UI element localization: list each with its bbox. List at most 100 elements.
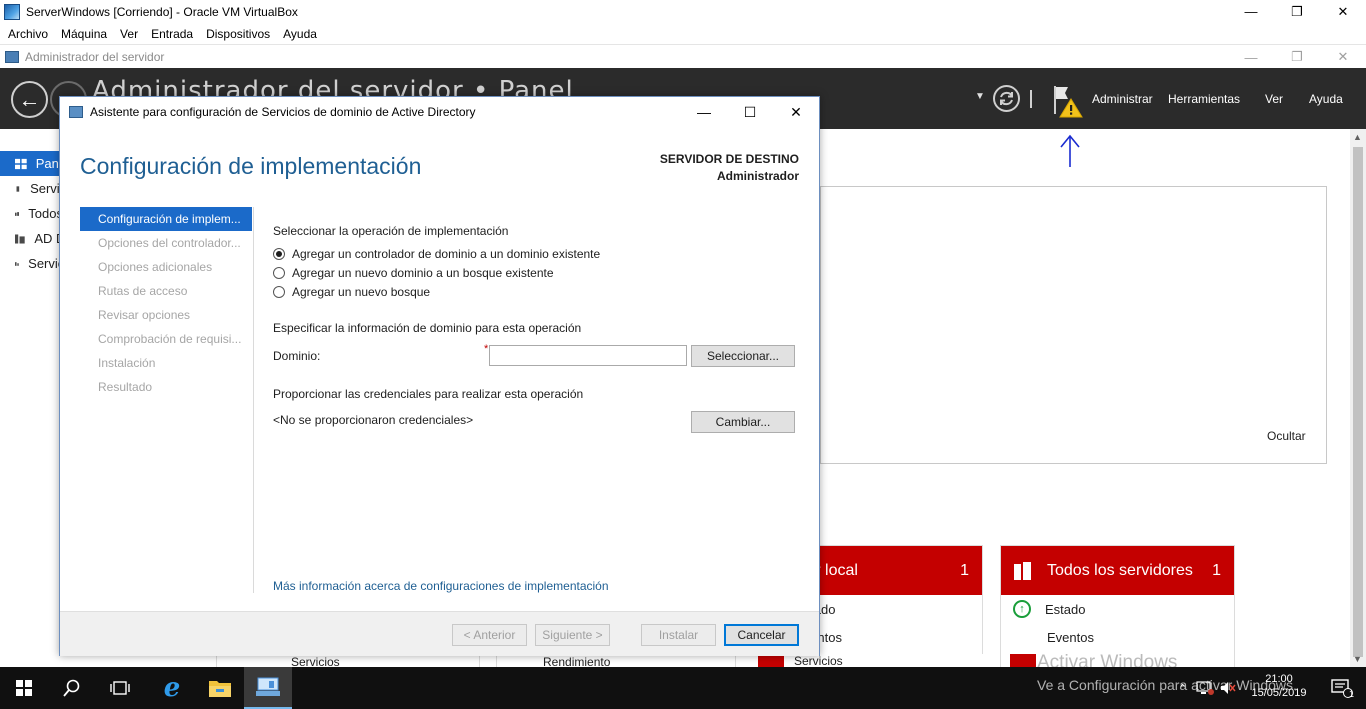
credentials-label: Proporcionar las credenciales para reali… <box>273 387 584 401</box>
header-separator <box>1030 90 1032 108</box>
restore-icon[interactable]: ❐ <box>1274 0 1320 23</box>
back-arrow-icon[interactable]: ← <box>11 81 48 118</box>
wizard-close-icon[interactable]: ✕ <box>773 97 819 127</box>
taskbar: e Ve a Configuración para activar Window… <box>0 667 1366 709</box>
wizard-step-prereq: Comprobación de requisi... <box>98 332 242 346</box>
internet-explorer-icon: e <box>163 673 181 703</box>
menu-maquina[interactable]: Máquina <box>61 27 107 41</box>
welcome-panel <box>820 186 1327 464</box>
system-tray: ⌃ <box>1178 667 1236 709</box>
tray-chevron-up-icon[interactable]: ⌃ <box>1178 682 1187 695</box>
target-server-value: Administrador <box>716 169 799 183</box>
scroll-down-icon[interactable]: ▼ <box>1353 654 1362 664</box>
menu-entrada[interactable]: Entrada <box>151 27 193 41</box>
vertical-scrollbar[interactable]: ▲ ▼ <box>1350 129 1366 669</box>
file-explorer-button[interactable] <box>196 667 244 709</box>
menu-archivo[interactable]: Archivo <box>8 27 48 41</box>
wizard-step-paths: Rutas de acceso <box>98 284 188 298</box>
notification-count: 1 <box>1349 689 1355 699</box>
tile-row[interactable]: ↑ Estado <box>1001 595 1234 623</box>
taskbar-clock[interactable]: 21:00 15/05/2019 <box>1249 672 1309 700</box>
back-button[interactable]: < Anterior <box>452 624 527 646</box>
wizard-step-review: Revisar opciones <box>98 308 191 322</box>
minimize-icon[interactable]: — <box>1228 0 1274 23</box>
option-add-dc[interactable]: Agregar un controlador de dominio a un d… <box>273 247 600 261</box>
wizard-step-deployment[interactable]: Configuración de implem... <box>80 207 252 231</box>
tile-header: Todos los servidores 1 <box>1001 546 1234 595</box>
option-label: Agregar un controlador de dominio a un d… <box>292 247 601 261</box>
change-button[interactable]: Cambiar... <box>691 411 795 433</box>
task-view-icon <box>110 681 130 695</box>
wizard-title: Asistente para configuración de Servicio… <box>90 105 476 119</box>
ad-ds-icon <box>15 233 25 244</box>
sidebar-label: AD DS <box>34 231 60 246</box>
tile-row[interactable]: Eventos <box>1001 623 1234 651</box>
more-info-link[interactable]: Más información acerca de configuracione… <box>273 579 609 593</box>
menu-herramientas[interactable]: Herramientas <box>1168 92 1240 106</box>
close-icon[interactable]: ✕ <box>1320 0 1366 23</box>
menu-ayuda-sm[interactable]: Ayuda <box>1309 92 1343 106</box>
network-icon[interactable] <box>1196 681 1215 695</box>
wizard-maximize-icon[interactable]: ☐ <box>727 97 773 127</box>
hide-link[interactable]: Ocultar <box>1267 429 1306 443</box>
scrollbar-thumb[interactable] <box>1353 147 1363 657</box>
task-view-button[interactable] <box>96 667 144 709</box>
sm-close-icon[interactable]: ✕ <box>1320 45 1366 69</box>
search-icon <box>63 679 80 697</box>
option-new-forest[interactable]: Agregar un nuevo bosque <box>273 285 430 299</box>
operation-label: Seleccionar la operación de implementaci… <box>273 224 509 238</box>
select-button[interactable]: Seleccionar... <box>691 345 795 367</box>
menu-ver[interactable]: Ver <box>120 27 138 41</box>
menu-ver-sm[interactable]: Ver <box>1265 92 1283 106</box>
tile-row-label: Estado <box>1045 601 1086 617</box>
notification-flag-icon[interactable] <box>1052 84 1086 118</box>
wizard-step-install: Instalación <box>98 356 156 370</box>
scroll-up-icon[interactable]: ▲ <box>1353 132 1362 142</box>
target-server: SERVIDOR DE DESTINO Administrador <box>660 151 799 185</box>
tile-count: 1 <box>1212 561 1221 579</box>
wizard-footer: < Anterior Siguiente > Instalar Cancelar <box>60 611 819 656</box>
search-button[interactable] <box>48 667 96 709</box>
menu-dispositivos[interactable]: Dispositivos <box>206 27 270 41</box>
refresh-icon[interactable] <box>992 84 1021 113</box>
start-button[interactable] <box>0 667 48 709</box>
sidebar-item-file-services[interactable]: Servicios de archivos <box>0 251 60 276</box>
virtualbox-icon <box>4 3 20 20</box>
radio-button[interactable] <box>273 286 285 298</box>
windows-logo-icon <box>16 680 32 696</box>
servers-icon <box>15 211 20 216</box>
sm-minimize-icon[interactable]: — <box>1228 45 1274 69</box>
sidebar-label: Servidor local <box>30 181 60 196</box>
servers-icon <box>1014 561 1031 580</box>
radio-button[interactable] <box>273 267 285 279</box>
strip-badge <box>1010 654 1036 667</box>
install-button[interactable]: Instalar <box>641 624 716 646</box>
menu-ayuda[interactable]: Ayuda <box>283 27 317 41</box>
menu-administrar[interactable]: Administrar <box>1092 92 1153 106</box>
volume-icon[interactable] <box>1220 681 1236 695</box>
sidebar-label: Servicios de archivos <box>28 256 60 271</box>
vbox-window-title: ServerWindows [Corriendo] - Oracle VM Vi… <box>26 4 298 19</box>
dashboard-icon <box>15 158 27 169</box>
cancel-button[interactable]: Cancelar <box>724 624 799 646</box>
radio-button[interactable] <box>273 248 285 260</box>
internet-explorer-button[interactable]: e <box>148 667 196 709</box>
sm-restore-icon[interactable]: ❐ <box>1274 45 1320 69</box>
wizard-minimize-icon[interactable]: — <box>681 97 727 127</box>
chevron-down-icon[interactable]: ▼ <box>975 91 985 102</box>
clock-time: 21:00 <box>1265 673 1293 685</box>
sidebar-item-panel[interactable]: Panel <box>0 151 60 176</box>
vbox-titlebar: ServerWindows [Corriendo] - Oracle VM Vi… <box>0 0 1366 23</box>
server-manager-taskbar-button[interactable] <box>244 667 292 709</box>
server-manager-taskbar-icon <box>256 677 280 696</box>
option-new-domain[interactable]: Agregar un nuevo dominio a un bosque exi… <box>273 266 554 280</box>
action-center-button[interactable]: 1 <box>1318 667 1366 709</box>
sidebar-item-all-servers[interactable]: Todos los servidores <box>0 201 60 226</box>
sidebar-item-ad-ds[interactable]: AD DS <box>0 226 60 251</box>
tile-row-label: Eventos <box>1047 629 1094 645</box>
sidebar-label: Panel <box>35 156 60 171</box>
sidebar-item-local-server[interactable]: Servidor local <box>0 176 60 201</box>
next-button[interactable]: Siguiente > <box>535 624 610 646</box>
domain-input[interactable] <box>489 345 687 366</box>
server-manager-titlebar: Administrador del servidor — ❐ ✕ <box>0 44 1366 68</box>
